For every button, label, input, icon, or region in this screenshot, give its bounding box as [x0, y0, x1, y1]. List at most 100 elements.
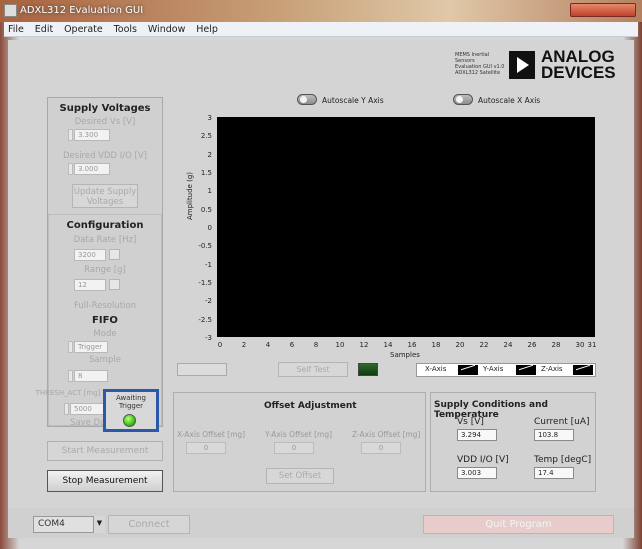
full-resolution-checkbox[interactable]: Full-Resolution [47, 301, 163, 311]
stop-measurement-button[interactable]: Stop Measurement [47, 470, 163, 492]
y-offset-input[interactable]: 0 [274, 442, 314, 454]
x-tick-label: 4 [265, 341, 271, 349]
x-tick-label: 20 [455, 341, 465, 349]
y-tick-label: 0 [207, 224, 212, 232]
menu-tools[interactable]: Tools [110, 22, 141, 37]
x-tick-label: 31 [587, 341, 597, 349]
data-rate-label: Data Rate [Hz] [73, 235, 137, 245]
x-tick-label: 16 [407, 341, 417, 349]
y-tick-label: -2.5 [198, 315, 212, 324]
z-offset-input[interactable]: 0 [361, 442, 401, 454]
x-tick-label: 26 [527, 341, 537, 349]
z-offset-label: Z-Axis Offset [mg] [352, 430, 421, 439]
range-dropdown[interactable] [109, 279, 120, 290]
vs-reading: 3.294 [457, 429, 497, 441]
sample-input[interactable]: 8 [74, 370, 108, 382]
x-offset-label: X-Axis Offset [mg] [177, 430, 246, 439]
y-tick-label: -3 [205, 334, 212, 342]
x-tick-label: 14 [383, 341, 393, 349]
y-tick-label: -0.5 [198, 242, 212, 251]
offset-title: Offset Adjustment [264, 401, 357, 411]
logo-mark-icon [509, 51, 535, 79]
adi-logo: MEMS Inertial Sensors Evaluation GUI v1.… [455, 47, 635, 83]
connect-button[interactable]: Connect [108, 515, 190, 534]
vs-reading-label: Vs [V] [457, 417, 484, 427]
x-tick-label: 28 [551, 341, 561, 349]
sample-spinner[interactable] [68, 370, 73, 382]
data-rate-dropdown[interactable] [109, 249, 120, 260]
x-tick-label: 8 [313, 341, 319, 349]
y-tick-label: -2 [205, 297, 212, 306]
x-tick-label: 22 [479, 341, 489, 349]
x-offset-input[interactable]: 0 [186, 442, 226, 454]
autoscale-x-label: Autoscale X Axis [478, 96, 541, 105]
offset-adjustment-panel: Offset Adjustment X-Axis Offset [mg] Y-A… [173, 392, 426, 492]
x-tick-label: 12 [359, 341, 369, 349]
set-offset-button[interactable]: Set Offset [266, 468, 334, 484]
vs-label: Desired Vs [V] [74, 117, 136, 127]
x-tick-label: 0 [217, 341, 223, 349]
legend-y-axis: Y-Axis [483, 365, 504, 373]
current-reading: 103.8 [534, 429, 574, 441]
title-bar: ADXL312 Evaluation GUI [0, 0, 642, 22]
supply-title: Supply Voltages [59, 103, 151, 114]
y-tick-label: 2 [207, 150, 212, 159]
app-icon [4, 4, 17, 17]
vdd-spinner[interactable] [68, 163, 73, 175]
autoscale-y-toggle[interactable] [297, 94, 317, 105]
fifo-mode-select[interactable]: Trigger [74, 341, 108, 353]
x-tick-label: 18 [431, 341, 441, 349]
amplitude-plot[interactable] [217, 117, 595, 337]
y-tick-label: -1.5 [198, 279, 212, 287]
y-tick-label: -1 [205, 260, 212, 269]
self-test-indicator [358, 363, 378, 376]
y-axis-label: Amplitude (g) [186, 171, 194, 220]
x-tick-label: 24 [503, 341, 513, 349]
thresh-act-spinner[interactable] [64, 403, 69, 415]
range-label: Range [g] [84, 265, 126, 275]
legend-y-swatch-icon [516, 365, 536, 375]
logo-tagline: MEMS Inertial Sensors Evaluation GUI v1.… [455, 52, 505, 76]
vs-spinner[interactable] [68, 129, 73, 141]
y-offset-label: Y-Axis Offset [mg] [265, 430, 333, 439]
start-measurement-button[interactable]: Start Measurement [47, 441, 163, 461]
menu-window[interactable]: Window [144, 22, 189, 37]
close-button[interactable] [570, 3, 636, 17]
legend-x-axis: X-Axis [425, 365, 447, 373]
fifo-title: FIFO [92, 315, 118, 326]
autoscale-x-toggle[interactable] [453, 94, 473, 105]
logo-wordmark: ANALOG DEVICES [541, 47, 616, 82]
menu-file[interactable]: File [4, 22, 28, 37]
legend-z-swatch-icon [573, 365, 593, 375]
menu-help[interactable]: Help [192, 22, 222, 37]
window-title: ADXL312 Evaluation GUI [20, 5, 144, 16]
y-tick-label: 3 [207, 114, 212, 122]
trigger-status-highlight: Awaiting Trigger [103, 389, 159, 432]
autoscale-y-label: Autoscale Y Axis [322, 96, 384, 105]
quit-program-button[interactable]: Quit Program [423, 515, 614, 534]
update-supply-button[interactable]: Update Supply Voltages [72, 184, 138, 208]
sample-label: Sample [89, 355, 121, 365]
x-axis-label: Samples [390, 351, 420, 359]
fifo-mode-spinner[interactable] [68, 341, 73, 353]
chevron-down-icon[interactable]: ▼ [93, 516, 105, 533]
vdd-input[interactable]: 3.000 [74, 163, 110, 175]
graph-palette-tools[interactable] [177, 363, 227, 376]
menu-edit[interactable]: Edit [31, 22, 57, 37]
thresh-act-label: THRESH_ACT [mg] [35, 389, 101, 397]
thresh-act-input[interactable]: 5000 [70, 403, 104, 415]
range-select[interactable]: 12 [74, 279, 106, 291]
trigger-status-label: Awaiting Trigger [115, 394, 147, 410]
self-test-button[interactable]: Self Test [278, 362, 348, 377]
vs-input[interactable]: 3.300 [74, 129, 110, 141]
y-tick-label: 2.5 [200, 132, 212, 141]
vdd-label: Desired VDD I/O [V] [62, 151, 148, 161]
trigger-led-indicator [123, 414, 136, 427]
data-rate-select[interactable]: 3200 [74, 249, 106, 261]
legend-z-axis: Z-Axis [541, 365, 563, 373]
current-label: Current [uA] [534, 417, 590, 427]
temp-reading: 17.4 [534, 467, 574, 479]
vdd-reading-label: VDD I/O [V] [457, 455, 509, 465]
app-window: ADXL312 Evaluation GUI File Edit Operate… [0, 0, 642, 549]
menu-operate[interactable]: Operate [60, 22, 107, 37]
